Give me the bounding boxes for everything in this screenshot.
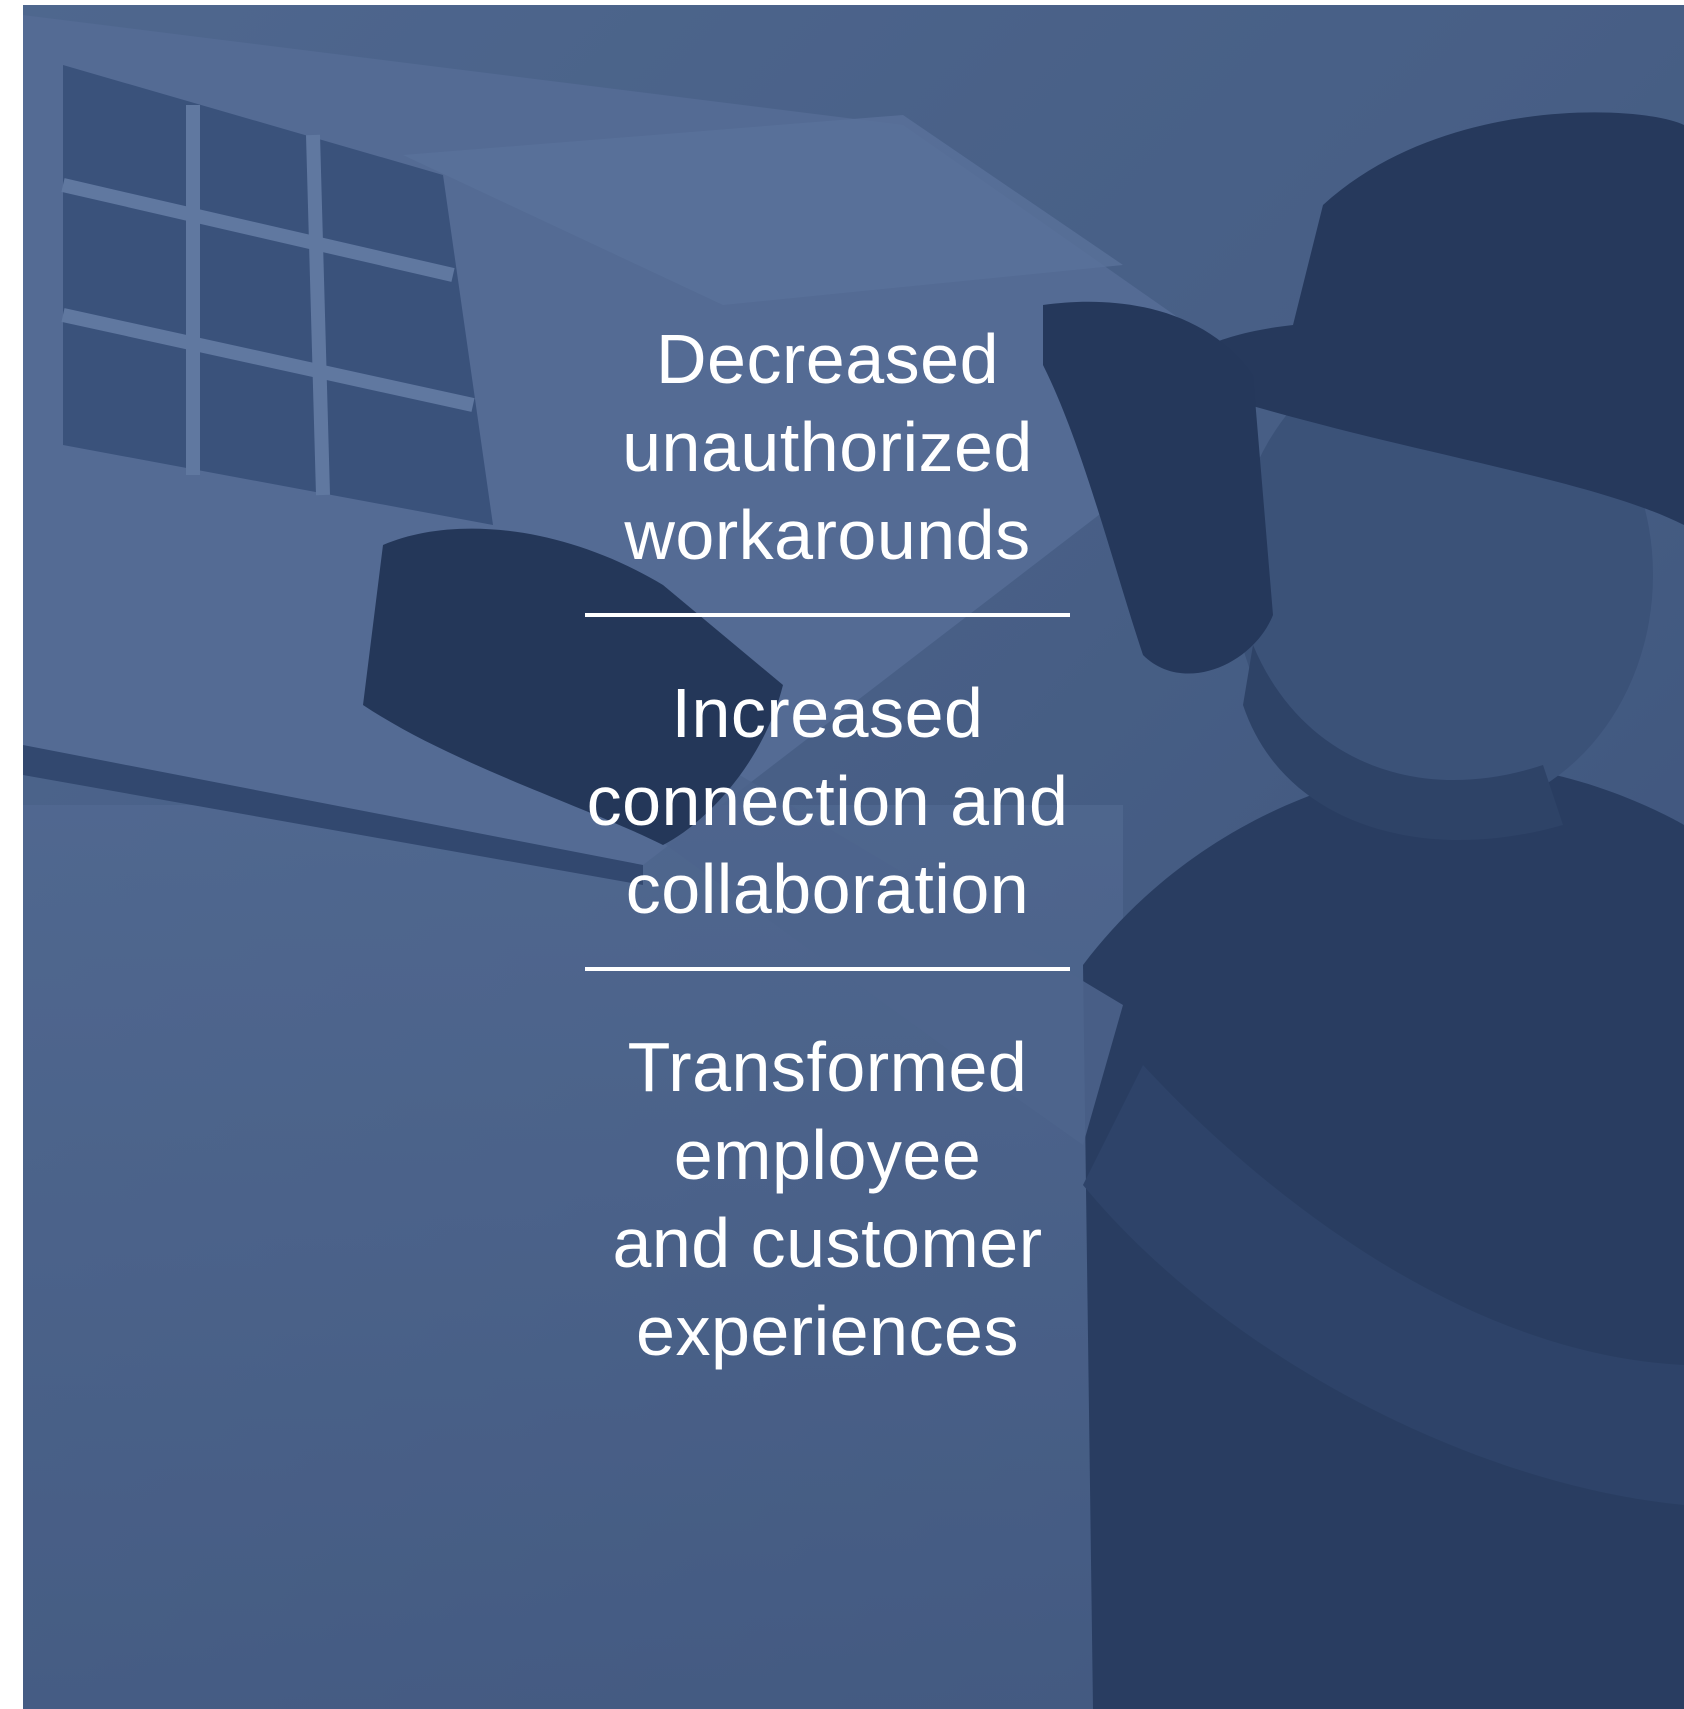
stat-decreased-workarounds: Decreased unauthorized workarounds [622,320,1033,574]
divider [585,613,1070,617]
divider [585,967,1070,971]
stats-list: Decreased unauthorized workarounds Incre… [585,315,1070,1375]
stat-increased-connection: Increased connection and collaboration [586,674,1069,928]
stat-transformed-experiences: Transformed employee and customer experi… [612,1028,1043,1370]
